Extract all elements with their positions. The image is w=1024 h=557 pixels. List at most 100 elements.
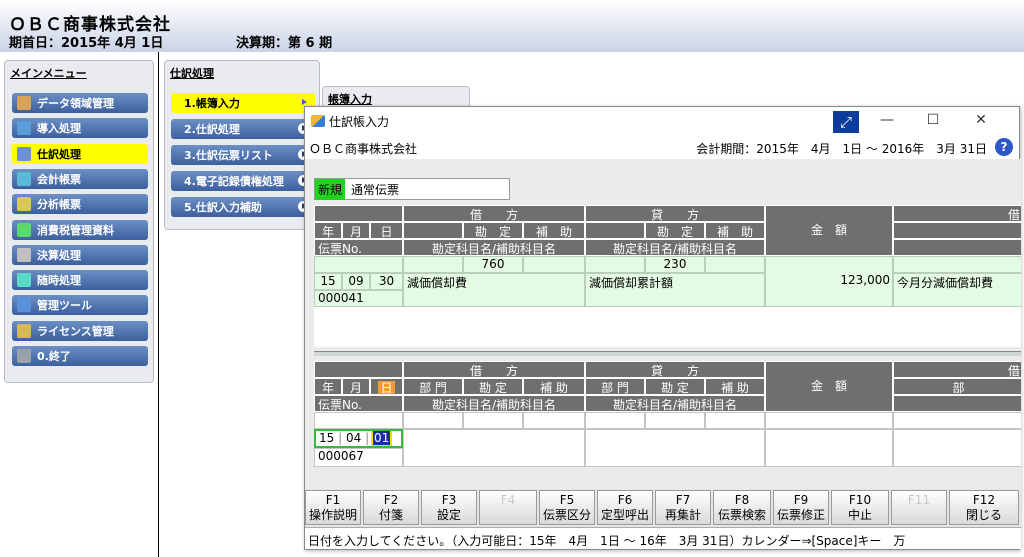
input-date-field[interactable]: 15 | 04 | 01 <box>314 429 403 448</box>
sub-menu-item-1[interactable]: 2.仕訳処理 <box>171 119 315 139</box>
debit-sub-code[interactable] <box>523 256 585 273</box>
sub-menu: 仕訳処理 1.帳簿入力 2.仕訳処理 3.仕訳伝票リスト 4.電子記録債権処理 5.仕訳… <box>164 60 320 230</box>
main-menu-item-4[interactable]: 分析帳票 <box>12 194 148 215</box>
row1-credit-pad <box>585 256 645 273</box>
main-menu-item-label: 仕訳処理 <box>37 147 81 161</box>
fkey-number: F8 <box>734 493 750 507</box>
sub-menu-item-2[interactable]: 3.仕訳伝票リスト <box>171 145 315 165</box>
input-day[interactable]: 01 <box>370 431 393 446</box>
main-menu-item-label: ライセンス管理 <box>37 324 114 338</box>
fkey-label: 操作説明 <box>308 508 357 522</box>
input-debit-dept[interactable] <box>403 412 463 429</box>
input-memo[interactable] <box>893 429 1021 467</box>
input-credit-dept[interactable] <box>585 412 645 429</box>
entry-amount[interactable]: 123,000 <box>765 273 893 290</box>
empty-area <box>314 307 1021 347</box>
expand-icon[interactable]: ⤢ <box>833 111 859 133</box>
credit-sub-code[interactable] <box>705 256 765 273</box>
period-start: 期首日：2015年 4月 1日 <box>9 36 164 51</box>
input-credit-name[interactable] <box>585 429 765 467</box>
fkey-f11-button[interactable]: F11 <box>891 490 947 525</box>
voucher-type-field[interactable]: 新規 通常伝票 <box>314 178 510 200</box>
b-header-debit-account: 勘 定 <box>463 378 523 395</box>
close-button[interactable]: ✕ <box>971 112 991 128</box>
b-header-credit-dept: 部 門 <box>585 378 645 395</box>
main-menu-item-0[interactable]: データ領域管理 <box>12 93 148 113</box>
sub-menu-item-0[interactable]: 1.帳簿入力 <box>171 93 315 113</box>
entry-voucher-no[interactable]: 000041 <box>314 290 403 307</box>
fkey-f7-button[interactable]: F7 再集計 <box>655 490 711 525</box>
fkey-f9-button[interactable]: F9 伝票修正 <box>773 490 829 525</box>
fiscal-term: 決算期：第 6 期 <box>236 36 333 51</box>
input-credit-account[interactable] <box>645 412 705 429</box>
fkey-f2-button[interactable]: F2 付箋 <box>363 490 419 525</box>
journal-entry-window: 仕訳帳入力 ⤢ — ☐ ✕ ＯＢＣ商事株式会社 会計期間：2015年 4月 1日… <box>304 106 1021 550</box>
credit-account-code[interactable]: 230 <box>645 256 705 273</box>
license-icon <box>17 323 31 338</box>
fkey-f3-button[interactable]: F3 設定 <box>421 490 477 525</box>
header-credit-account: 勘 定 <box>645 222 705 239</box>
main-menu-item-5[interactable]: 消費税管理資料 <box>12 219 148 240</box>
fkey-number: F9 <box>793 493 809 507</box>
input-month[interactable]: 04 <box>346 431 361 445</box>
input-year[interactable]: 15 <box>319 431 334 445</box>
b-header-credit-sub: 補 助 <box>705 378 765 395</box>
fkey-f1-button[interactable]: F1 操作説明 <box>305 490 361 525</box>
fkey-label: 定型呼出 <box>600 508 649 522</box>
fkey-f10-button[interactable]: F10 中止 <box>831 490 889 525</box>
input-voucher-no[interactable]: 000067 <box>314 448 403 467</box>
sub-menu-item-3[interactable]: 4.電子記録債権処理 <box>171 171 315 191</box>
entry-month[interactable]: 09 <box>342 273 370 290</box>
main-menu-item-2[interactable]: 仕訳処理 <box>12 143 148 164</box>
maximize-button[interactable]: ☐ <box>923 112 943 128</box>
input-right-dept[interactable] <box>893 412 1021 429</box>
entry-year[interactable]: 15 <box>314 273 342 290</box>
credit-account-name[interactable]: 減価償却累計額 <box>585 273 765 307</box>
header-voucher-no: 伝票No. <box>314 239 403 256</box>
main-menu-item-1[interactable]: 導入処理 <box>12 118 148 139</box>
fkey-f8-button[interactable]: F8 伝票検索 <box>713 490 771 525</box>
b-header-debit: 借 方 <box>403 361 585 378</box>
input-amount-top[interactable] <box>765 412 893 429</box>
window-company-name: ＯＢＣ商事株式会社 <box>309 142 418 156</box>
main-menu-item-7[interactable]: 随時処理 <box>12 270 148 291</box>
row1-blank <box>314 256 403 273</box>
minimize-button[interactable]: — <box>877 112 897 128</box>
sub-menu-2-title: 帳簿入力 <box>328 93 372 106</box>
header-credit-sub: 補 助 <box>705 222 765 239</box>
fkey-number: F5 <box>559 493 575 507</box>
sub-menu-item-4[interactable]: 5.仕訳入力補助 <box>171 197 315 217</box>
entry-memo[interactable]: 今月分減価償却費 <box>893 273 1021 307</box>
fkey-f12-button[interactable]: F12 閉じる <box>949 490 1019 525</box>
fkey-f6-button[interactable]: F6 定型呼出 <box>597 490 653 525</box>
grid-splitter[interactable] <box>314 351 1021 356</box>
b-header-right-debit: 借 <box>893 361 1021 378</box>
b-header-debit-dept: 部 門 <box>403 378 463 395</box>
help-icon[interactable]: ? <box>995 138 1013 156</box>
voucher-type-label: 通常伝票 <box>351 182 400 197</box>
main-menu-item-label: 0.終了 <box>37 350 71 363</box>
main-menu-item-6[interactable]: 決算処理 <box>12 244 148 265</box>
fkey-label: 再集計 <box>664 508 701 522</box>
debit-account-code[interactable]: 760 <box>463 256 523 273</box>
fkey-number: F11 <box>907 493 931 507</box>
sub-menu-item-label: 2.仕訳処理 <box>184 123 240 136</box>
window-title: 仕訳帳入力 <box>329 114 390 129</box>
sub-menu-item-label: 4.電子記録債権処理 <box>184 175 284 188</box>
input-debit-name[interactable] <box>403 429 585 467</box>
input-amount[interactable] <box>765 429 893 467</box>
main-menu-item-9[interactable]: ライセンス管理 <box>12 320 148 341</box>
input-credit-sub[interactable] <box>705 412 765 429</box>
b-header-credit-name: 勘定科目名/補助科目名 <box>585 395 765 412</box>
main-menu-item-3[interactable]: 会計帳票 <box>12 168 148 189</box>
fkey-f4-button[interactable]: F4 <box>479 490 537 525</box>
input-debit-sub[interactable] <box>523 412 585 429</box>
entry-day[interactable]: 30 <box>370 273 403 290</box>
main-menu-item-8[interactable]: 管理ツール <box>12 295 148 316</box>
header-debit-pad <box>403 222 463 239</box>
input-debit-account[interactable] <box>463 412 523 429</box>
window-titlebar[interactable]: 仕訳帳入力 ⤢ — ☐ ✕ <box>305 107 1019 135</box>
main-menu-item-10[interactable]: 0.終了 <box>12 346 148 366</box>
fkey-f5-button[interactable]: F5 伝票区分 <box>539 490 595 525</box>
debit-account-name[interactable]: 減価償却費 <box>403 273 585 307</box>
